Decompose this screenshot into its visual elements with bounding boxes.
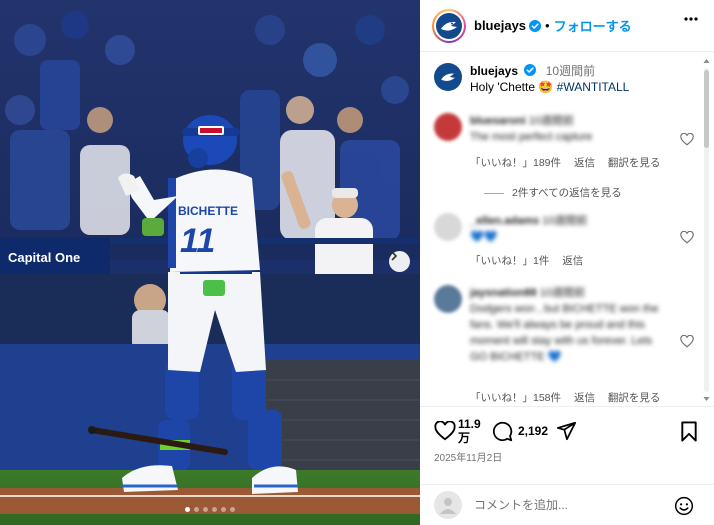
comment-username[interactable]: bluesaroni xyxy=(470,115,526,127)
blue-jay-logo-icon xyxy=(441,73,455,81)
avatar[interactable] xyxy=(434,63,462,91)
caption-text: Holy 'Chette xyxy=(470,80,535,94)
post-header: bluejays • フォローする xyxy=(420,0,714,52)
story-ring[interactable] xyxy=(432,8,466,43)
post-actions: 11.9 万 2,192 2025年11月2日 xyxy=(420,406,714,484)
caption-emoji: 🤩 xyxy=(538,80,554,94)
comment-composer xyxy=(420,484,714,525)
comment-text: Dodgers won , but BICHETTE won the fans.… xyxy=(470,303,659,363)
translate-button[interactable]: 翻訳を見る xyxy=(608,157,661,169)
post-caption: bluejays 10週間前 Holy 'Chette 🤩 #WANTITALL xyxy=(434,63,629,95)
paper-plane-icon[interactable] xyxy=(556,421,577,441)
blue-jay-logo-icon xyxy=(441,21,457,31)
translate-button[interactable]: 翻訳を見る xyxy=(608,392,661,404)
scrollbar-thumb[interactable] xyxy=(704,70,709,148)
comment-timestamp: 10週間前 xyxy=(539,287,585,299)
reply-button[interactable]: 返信 xyxy=(574,392,595,404)
ad-board-text: Capital One xyxy=(8,250,80,265)
smiley-icon[interactable] xyxy=(674,496,694,516)
comment-timestamp: 10週間前 xyxy=(542,215,588,227)
caption-hashtag[interactable]: #WANTITALL xyxy=(557,80,630,94)
reply-button[interactable]: 返信 xyxy=(562,255,583,267)
comment-text: The most perfect capture xyxy=(470,131,593,143)
like-count[interactable]: 11.9 万 xyxy=(458,417,481,445)
follow-button[interactable]: フォローする xyxy=(554,16,632,35)
reply-button[interactable]: 返信 xyxy=(574,157,595,169)
comment-username[interactable]: jaysnation88 xyxy=(470,287,537,299)
comment-like-count[interactable]: 「いいね！」189件 xyxy=(470,157,561,169)
heart-icon[interactable] xyxy=(680,133,694,146)
verified-badge-icon xyxy=(529,19,542,32)
avatar[interactable] xyxy=(434,113,462,141)
comment-timestamp: 10週間前 xyxy=(528,115,574,127)
post-side-panel: bluejays • フォローする bluejays 10週間前 Holy 'C… xyxy=(420,0,714,525)
verified-badge-icon xyxy=(524,64,537,76)
avatar xyxy=(434,491,462,519)
caption-username[interactable]: bluejays xyxy=(470,64,518,78)
avatar xyxy=(436,12,462,39)
header-separator: • xyxy=(545,18,550,33)
photo-illustration: Capital One BICHETTE 11 xyxy=(0,0,420,525)
comment-count[interactable]: 2,192 xyxy=(518,424,548,438)
comments-list[interactable]: bluejays 10週間前 Holy 'Chette 🤩 #WANTITALL xyxy=(420,53,714,406)
heart-icon[interactable] xyxy=(434,421,456,441)
jersey-number: 11 xyxy=(180,222,215,260)
carousel-dot xyxy=(194,507,199,512)
comment-input[interactable] xyxy=(474,498,664,512)
comment-like-count[interactable]: 「いいね！」158件 xyxy=(470,392,561,404)
comment-username[interactable]: _ellen.adams xyxy=(470,215,539,227)
avatar[interactable] xyxy=(434,285,462,313)
comment-like-count[interactable]: 「いいね！」1件 xyxy=(470,255,549,267)
next-slide-button[interactable] xyxy=(389,251,410,272)
post-date: 2025年11月2日 xyxy=(434,453,503,464)
carousel-dot xyxy=(212,507,217,512)
user-placeholder-icon xyxy=(440,498,456,514)
carousel-dot xyxy=(203,507,208,512)
avatar[interactable] xyxy=(434,213,462,241)
heart-icon[interactable] xyxy=(680,231,694,244)
view-replies-button[interactable]: 2件すべての返信を見る xyxy=(484,185,622,200)
carousel-dot xyxy=(230,507,235,512)
heart-icon[interactable] xyxy=(680,335,694,348)
more-horizontal-icon[interactable] xyxy=(684,17,698,21)
carousel-dot xyxy=(221,507,226,512)
caption-timestamp: 10週間前 xyxy=(545,64,596,78)
chevron-right-icon xyxy=(391,251,397,261)
carousel-dot xyxy=(185,507,190,512)
comment-text: 💙💙 xyxy=(470,231,498,243)
comment-bubble-icon[interactable] xyxy=(492,421,513,442)
comments-scrollbar[interactable] xyxy=(703,58,710,402)
jersey-name: BICHETTE xyxy=(178,204,238,218)
scroll-up-arrow-icon[interactable] xyxy=(703,58,710,64)
carousel-indicator xyxy=(0,507,420,512)
post-photo[interactable]: Capital One BICHETTE 11 xyxy=(0,0,420,525)
post-username[interactable]: bluejays xyxy=(474,18,526,33)
scroll-down-arrow-icon[interactable] xyxy=(703,396,710,402)
bookmark-icon[interactable] xyxy=(680,421,698,442)
